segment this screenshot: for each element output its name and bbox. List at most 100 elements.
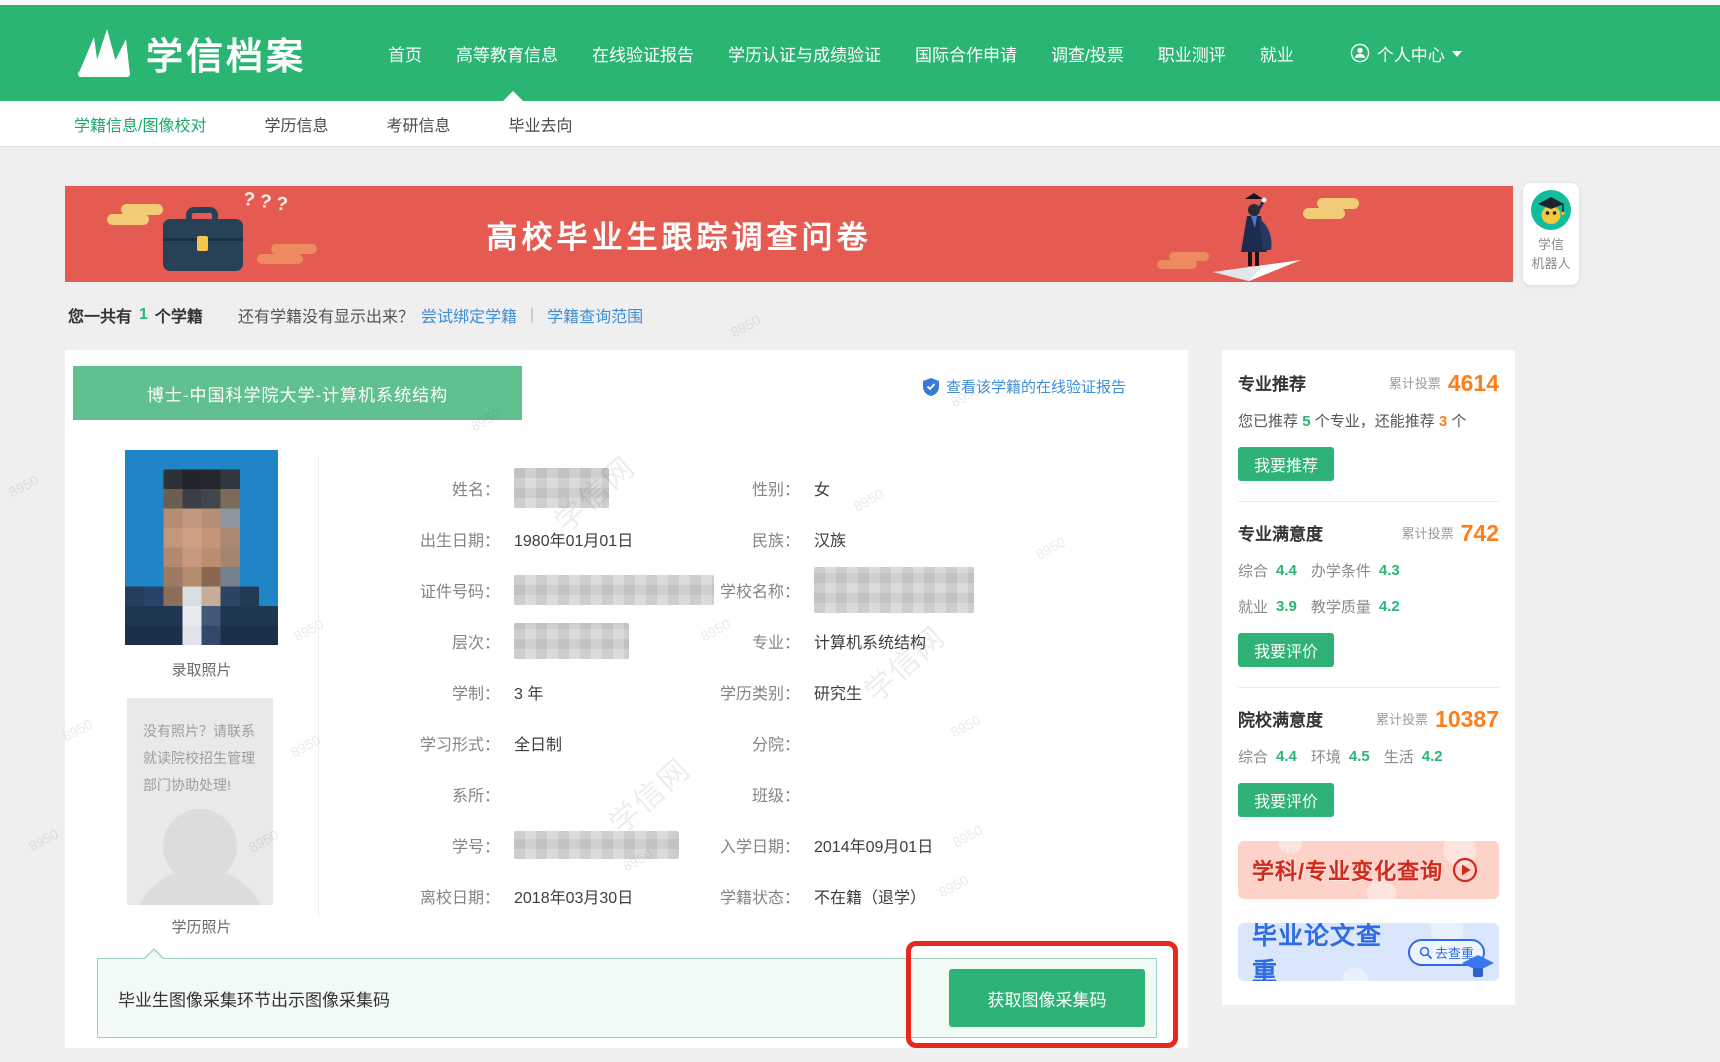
- field-level: 层次：: [330, 615, 720, 666]
- field-student-id: 学号：: [330, 819, 720, 870]
- redacted-value: [514, 831, 679, 859]
- user-menu[interactable]: 个人中心: [1350, 41, 1462, 66]
- rating-row: 综合4.4 办学条件4.3: [1238, 560, 1499, 581]
- field-school-name: 学校名称：: [685, 564, 1165, 615]
- promo1-text: 学科/专业变化查询: [1252, 854, 1443, 886]
- nav-item-international[interactable]: 国际合作申请: [915, 41, 1017, 66]
- sidebar: 专业推荐 累计投票 4614 您已推荐 5 个专业，还能推荐 3 个 我要推荐 …: [1222, 350, 1515, 1005]
- school-satisfaction-header: 院校满意度 累计投票 10387: [1238, 706, 1499, 731]
- form-right-column: 性别：女 民族：汉族 学校名称： 专业：计算机系统结构 学历类别：研究生 分院：…: [685, 462, 1165, 921]
- major-satisfaction-header: 专业满意度 累计投票 742: [1238, 520, 1499, 545]
- enrollment-count: 1: [139, 306, 148, 324]
- redacted-value: [814, 567, 974, 613]
- main-nav: 首页 高等教育信息 在线验证报告 学历认证与成绩验证 国际合作申请 调查/投票 …: [388, 5, 1462, 101]
- user-menu-label: 个人中心: [1377, 41, 1445, 66]
- image-code-bar: 毕业生图像采集环节出示图像采集码 获取图像采集码: [97, 958, 1157, 1038]
- field-major: 专业：计算机系统结构: [685, 615, 1165, 666]
- banner-title: 高校毕业生跟踪调查问卷: [65, 186, 1293, 282]
- field-birth-date: 出生日期：1980年01月01日: [330, 513, 720, 564]
- field-leave-date: 离校日期：2018年03月30日: [330, 870, 720, 921]
- section-title: 专业满意度: [1238, 520, 1323, 545]
- admission-photo-label: 录取照片: [125, 659, 278, 680]
- report-link-label: 查看该学籍的在线验证报告: [946, 376, 1126, 397]
- rating-row: 就业3.9 教学质量4.2: [1238, 596, 1499, 617]
- redacted-value: [514, 468, 609, 508]
- logo[interactable]: 学信档案: [74, 5, 306, 101]
- nav-item-home[interactable]: 首页: [388, 41, 422, 66]
- nav-item-career-test[interactable]: 职业测评: [1158, 41, 1226, 66]
- votes-label: 累计投票: [1389, 373, 1441, 395]
- page: 学信档案 首页 高等教育信息 在线验证报告 学历认证与成绩验证 国际合作申请 调…: [0, 0, 1720, 1062]
- section-title: 专业推荐: [1238, 370, 1306, 395]
- robot-label-line2: 机器人: [1523, 254, 1579, 273]
- shield-icon: [923, 378, 939, 396]
- subnav: 学籍信息/图像校对 学历信息 考研信息 毕业去向: [0, 101, 1720, 146]
- promo2-text: 毕业论文查重: [1252, 923, 1398, 981]
- votes-label: 累计投票: [1376, 709, 1428, 731]
- nav-item-degree-verification[interactable]: 学历认证与成绩验证: [728, 41, 881, 66]
- admission-photo: [125, 450, 278, 645]
- column-divider: [318, 455, 319, 917]
- field-id-number: 证件号码：: [330, 564, 720, 615]
- divider: [1238, 501, 1499, 502]
- status-prefix: 您一共有: [68, 303, 132, 327]
- status-row: 您一共有 1 个学籍 还有学籍没有显示出来？ 尝试绑定学籍 | 学籍查询范围: [68, 303, 643, 327]
- graduate-on-plane-illustration: [1151, 186, 1381, 287]
- field-gender: 性别：女: [685, 462, 1165, 513]
- recommend-button[interactable]: 我要推荐: [1238, 447, 1334, 481]
- degree-tag: 博士-中国科学院大学-计算机系统结构: [73, 366, 522, 420]
- search-icon: [1419, 946, 1432, 959]
- bind-enrollment-link[interactable]: 尝试绑定学籍: [421, 303, 517, 327]
- votes-label: 累计投票: [1402, 523, 1454, 545]
- field-status: 学籍状态：不在籍（退学）: [685, 870, 1165, 921]
- watermark: 8950: [6, 472, 41, 501]
- logo-icon: [74, 27, 132, 79]
- field-ethnicity: 民族：汉族: [685, 513, 1165, 564]
- votes-count: 4614: [1448, 372, 1499, 395]
- tab-graduation-destination[interactable]: 毕业去向: [508, 112, 572, 136]
- degree-photo-label: 学历照片: [125, 916, 278, 937]
- nav-item-survey-vote[interactable]: 调查/投票: [1051, 41, 1124, 66]
- major-recommend-header: 专业推荐 累计投票 4614: [1238, 370, 1499, 395]
- online-verification-report-link[interactable]: 查看该学籍的在线验证报告: [923, 376, 1126, 397]
- watermark: 8950: [728, 312, 763, 341]
- field-enrollment-date: 入学日期：2014年09月01日: [685, 819, 1165, 870]
- status-suffix: 个学籍: [155, 303, 203, 327]
- redacted-value: [514, 575, 714, 605]
- watermark: 8950: [26, 826, 61, 855]
- field-name: 姓名：: [330, 462, 720, 513]
- degree-photo-placeholder: 没有照片？请联系 就读院校招生管理 部门协助处理!: [127, 698, 273, 905]
- tab-degree-info[interactable]: 学历信息: [264, 112, 328, 136]
- chevron-down-icon: [1452, 51, 1462, 57]
- field-study-form: 学习形式：全日制: [330, 717, 720, 768]
- divider: [1238, 687, 1499, 688]
- tab-postgraduate-info[interactable]: 考研信息: [386, 112, 450, 136]
- nav-item-online-verification[interactable]: 在线验证报告: [592, 41, 694, 66]
- rating-row: 综合4.4 环境4.5 生活4.2: [1238, 746, 1499, 767]
- query-range-link[interactable]: 学籍查询范围: [547, 303, 643, 327]
- active-nav-pointer: [503, 91, 523, 101]
- get-image-code-button[interactable]: 获取图像采集码: [949, 969, 1145, 1027]
- tab-enrollment-info[interactable]: 学籍信息/图像校对: [74, 112, 206, 136]
- status-question: 还有学籍没有显示出来？: [238, 303, 414, 327]
- section-title: 院校满意度: [1238, 706, 1323, 731]
- nav-item-employment[interactable]: 就业: [1260, 41, 1294, 66]
- robot-assistant[interactable]: 学信 机器人: [1523, 183, 1579, 285]
- image-code-text: 毕业生图像采集环节出示图像采集码: [118, 959, 390, 1037]
- evaluate-school-button[interactable]: 我要评价: [1238, 783, 1334, 817]
- nav-item-higher-education[interactable]: 高等教育信息: [456, 41, 558, 66]
- student-record-card: 博士-中国科学院大学-计算机系统结构 查看该学籍的在线验证报告: [65, 350, 1188, 1048]
- field-department: 系所：: [330, 768, 720, 819]
- votes-count: 10387: [1435, 708, 1499, 731]
- survey-banner[interactable]: ??? 高校毕业生跟踪调查问卷: [65, 186, 1513, 282]
- major-change-query-banner[interactable]: 学科/专业变化查询: [1238, 841, 1499, 899]
- robot-label-line1: 学信: [1523, 235, 1579, 254]
- robot-avatar-icon: [1531, 190, 1571, 230]
- thesis-check-banner[interactable]: 毕业论文查重 去查重: [1238, 923, 1499, 981]
- link-separator: |: [530, 306, 534, 324]
- field-branch: 分院：: [685, 717, 1165, 768]
- evaluate-major-button[interactable]: 我要评价: [1238, 633, 1334, 667]
- no-photo-text: 没有照片？请联系 就读院校招生管理 部门协助处理!: [143, 718, 263, 799]
- form-left-column: 姓名： 出生日期：1980年01月01日 证件号码： 层次： 学制：3 年 学习…: [330, 462, 720, 921]
- field-class: 班级：: [685, 768, 1165, 819]
